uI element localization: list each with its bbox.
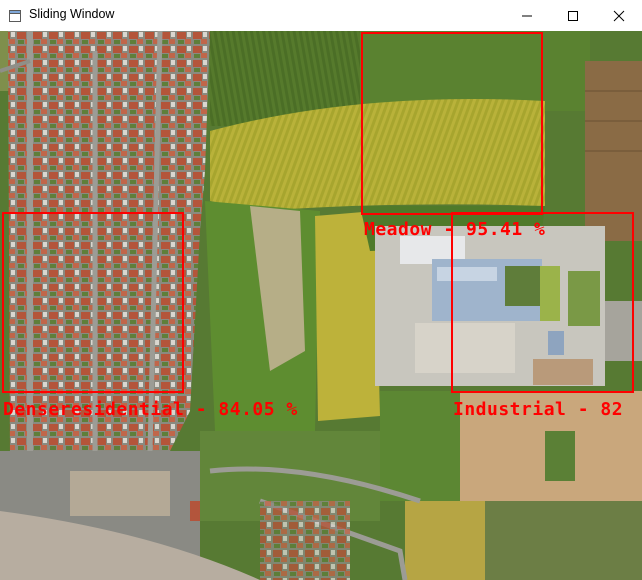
minimize-button[interactable] — [504, 0, 550, 31]
minimize-icon — [522, 15, 532, 17]
detection-box-denseresidential — [2, 212, 184, 393]
window-title: Sliding Window — [29, 7, 115, 21]
aerial-image-view: Meadow - 95.41 % Denseresidential - 84.0… — [0, 31, 642, 580]
maximize-icon — [568, 11, 578, 21]
app-window-icon — [9, 9, 21, 22]
detection-box-meadow — [361, 32, 543, 215]
detection-label-denseresidential: Denseresidential - 84.05 % — [3, 399, 298, 420]
maximize-button[interactable] — [550, 0, 596, 31]
close-button[interactable] — [596, 0, 642, 31]
title-bar[interactable]: Sliding Window — [0, 0, 642, 31]
detection-label-meadow: Meadow - 95.41 % — [364, 219, 546, 240]
close-icon — [613, 10, 625, 22]
app-window: Sliding Window Meadow - 95.41 % Denseres… — [0, 0, 642, 580]
detection-label-industrial: Industrial - 82 — [453, 399, 624, 420]
